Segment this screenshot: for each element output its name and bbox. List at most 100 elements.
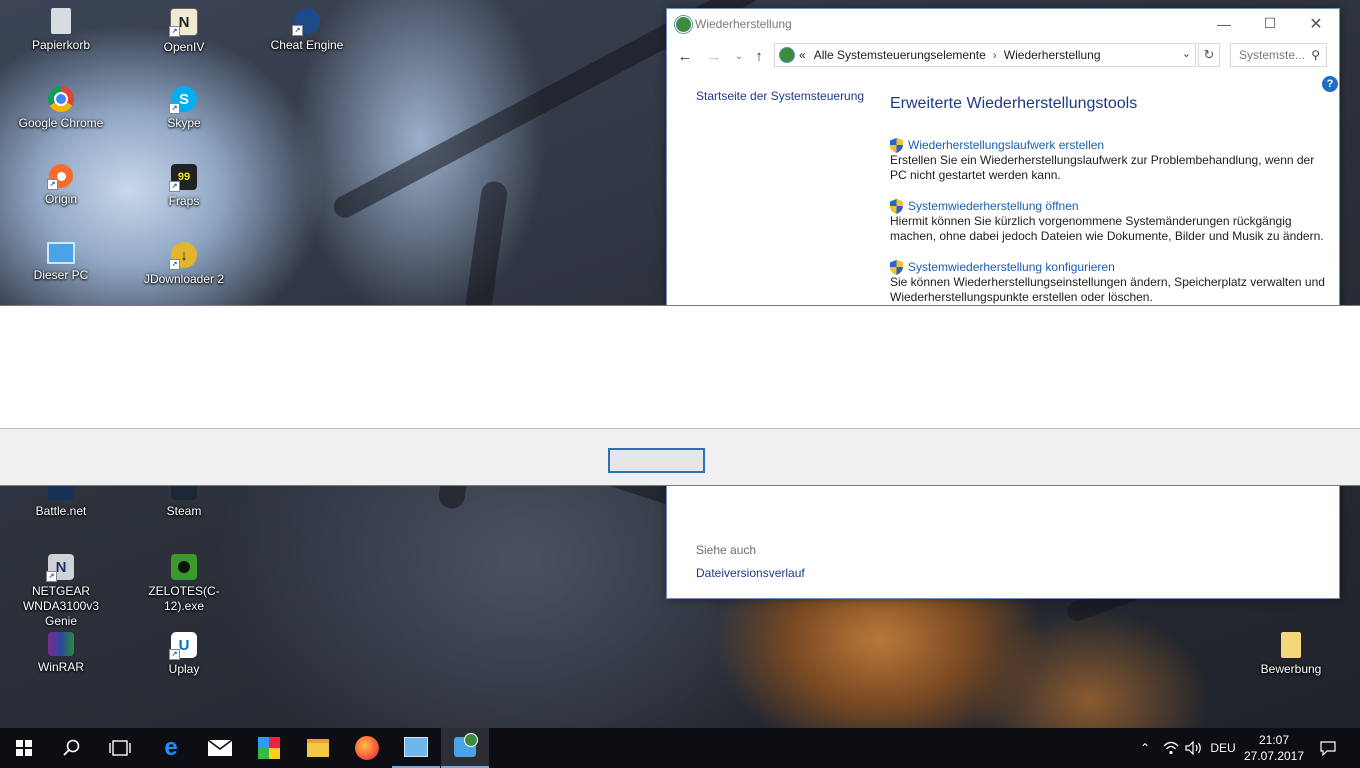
desktop-icon-label: Uplay xyxy=(168,662,200,676)
start-button[interactable] xyxy=(0,728,48,768)
chevron-down-icon[interactable]: ⌄ xyxy=(1182,47,1191,60)
volume-icon[interactable] xyxy=(1183,728,1205,768)
desktop-icon-bewerbung[interactable]: Bewerbung xyxy=(1236,632,1346,677)
notification-icon xyxy=(1320,740,1336,756)
address-prefix: « xyxy=(799,48,806,62)
action-center-button[interactable] xyxy=(1314,728,1342,768)
shield-icon xyxy=(890,138,903,153)
minimize-button[interactable]: — xyxy=(1201,9,1247,38)
desktop-icon-jdownloader[interactable]: ↓ ↗ JDownloader 2 xyxy=(129,242,239,287)
desktop-icon-label: Skype xyxy=(167,116,201,130)
desktop-icon-origin[interactable]: ↗ Origin xyxy=(6,164,116,207)
taskbar-firefox[interactable] xyxy=(343,728,391,768)
search-input[interactable]: Systemste... ⚲ xyxy=(1230,43,1327,67)
link-text: Systemwiederherstellung konfigurieren xyxy=(908,260,1115,274)
openiv-icon: N ↗ xyxy=(169,8,198,37)
recycle-bin-icon xyxy=(51,8,71,34)
task-view-button[interactable] xyxy=(96,728,144,768)
desktop-icon-dieser-pc[interactable]: Dieser PC xyxy=(6,242,116,283)
desktop-icon-zelotes[interactable]: ZELOTES(C-12).exe xyxy=(129,554,239,614)
taskbar-control-panel[interactable] xyxy=(392,728,440,768)
desktop-icon-label: Cheat Engine xyxy=(270,38,344,52)
shield-icon xyxy=(890,199,903,214)
page-title: Erweiterte Wiederherstellungstools xyxy=(890,95,1138,112)
configure-system-restore-link[interactable]: Systemwiederherstellung konfigurieren xyxy=(890,260,1330,275)
taskbar: e ⌃ DEU 21:07 27.07.2017 xyxy=(0,728,1360,768)
recovery-window: Wiederherstellung — ☐ ✕ ← → ⌄ ↑ « Alle S… xyxy=(666,8,1340,599)
refresh-button[interactable]: ↻ xyxy=(1198,43,1220,67)
taskbar-app[interactable] xyxy=(245,728,293,768)
dialog-content-area xyxy=(0,305,1360,429)
mail-icon xyxy=(208,740,232,756)
desktop-icon-battlenet[interactable]: Battle.net xyxy=(6,482,116,519)
breadcrumb-all-items[interactable]: Alle Systemsteuerungselemente xyxy=(814,48,986,62)
search-button[interactable] xyxy=(48,728,96,768)
dialog-button[interactable] xyxy=(608,448,705,473)
desktop-icon-label: Origin xyxy=(44,192,77,206)
help-icon[interactable]: ? xyxy=(1322,76,1338,92)
item-description: Hiermit können Sie kürzlich vorgenommene… xyxy=(890,214,1324,243)
breadcrumb-separator: › xyxy=(992,48,997,62)
clock-time: 21:07 xyxy=(1258,733,1290,747)
control-panel-home-link[interactable]: Startseite der Systemsteuerung xyxy=(696,89,864,103)
file-explorer-icon xyxy=(307,739,329,757)
address-bar[interactable]: « Alle Systemsteuerungselemente › Wieder… xyxy=(774,43,1196,67)
netgear-icon: N ↗ xyxy=(46,554,74,582)
clock[interactable]: 21:07 27.07.2017 xyxy=(1240,732,1308,764)
computer-icon xyxy=(47,242,75,264)
link-text: Wiederherstellungslaufwerk erstellen xyxy=(908,138,1105,152)
search-icon xyxy=(63,739,80,756)
desktop-icon-label: NETGEAR WNDA3100v3 Genie xyxy=(22,584,100,628)
desktop-icon-netgear[interactable]: N ↗ NETGEAR WNDA3100v3 Genie xyxy=(6,554,116,629)
cheat-engine-icon: ↗ xyxy=(292,8,320,36)
link-text: Systemwiederherstellung öffnen xyxy=(908,199,1079,213)
chrome-icon xyxy=(48,86,74,112)
breadcrumb-recovery[interactable]: Wiederherstellung xyxy=(1004,48,1101,62)
close-button[interactable]: ✕ xyxy=(1293,9,1339,38)
recovery-icon xyxy=(675,16,692,33)
recovery-icon xyxy=(454,733,478,757)
item-description: Erstellen Sie ein Wiederherstellungslauf… xyxy=(890,153,1315,182)
desktop-icon-papierkorb[interactable]: Papierkorb xyxy=(6,8,116,53)
up-button[interactable]: ↑ xyxy=(748,45,770,67)
shield-icon xyxy=(890,260,903,275)
uplay-icon: U ↗ xyxy=(169,632,197,660)
taskbar-edge[interactable]: e xyxy=(147,728,195,768)
desktop-icon-steam[interactable]: Steam xyxy=(129,482,239,519)
desktop-icon-label: WinRAR xyxy=(37,660,84,674)
desktop-icon-cheat-engine[interactable]: ↗ Cheat Engine xyxy=(252,8,362,53)
open-system-restore-link[interactable]: Systemwiederherstellung öffnen xyxy=(890,199,1330,214)
desktop-icon-label: Battle.net xyxy=(35,504,87,518)
maximize-button[interactable]: ☐ xyxy=(1247,9,1293,38)
skype-icon: S ↗ xyxy=(169,86,197,114)
desktop-icon-skype[interactable]: S ↗ Skype xyxy=(129,86,239,131)
forward-button[interactable]: → xyxy=(703,45,725,67)
desktop-icon-winrar[interactable]: WinRAR xyxy=(6,632,116,675)
desktop-icon-chrome[interactable]: Google Chrome xyxy=(6,86,116,131)
desktop-icon-label: ZELOTES(C-12).exe xyxy=(148,584,220,613)
language-indicator[interactable]: DEU xyxy=(1206,728,1240,768)
taskbar-file-explorer[interactable] xyxy=(294,728,342,768)
file-history-link[interactable]: Dateiversionsverlauf xyxy=(696,566,805,580)
recovery-tool-item: Wiederherstellungslaufwerk erstellen Ers… xyxy=(890,138,1330,183)
desktop-icon-fraps[interactable]: 99 ↗ Fraps xyxy=(129,164,239,209)
taskbar-recovery[interactable] xyxy=(441,728,489,768)
title-bar[interactable]: Wiederherstellung — ☐ ✕ xyxy=(667,9,1339,39)
desktop-icon-label: Fraps xyxy=(168,194,200,208)
recovery-tool-item: Systemwiederherstellung konfigurieren Si… xyxy=(890,260,1330,305)
see-also-heading: Siehe auch xyxy=(696,543,757,557)
desktop-icon-uplay[interactable]: U ↗ Uplay xyxy=(129,632,239,677)
window-title: Wiederherstellung xyxy=(695,17,792,31)
recent-locations-button[interactable]: ⌄ xyxy=(728,45,750,67)
recovery-tool-item: Systemwiederherstellung öffnen Hiermit k… xyxy=(890,199,1330,244)
network-icon[interactable] xyxy=(1160,728,1182,768)
desktop-icon-openiv[interactable]: N ↗ OpenIV xyxy=(129,8,239,55)
chevron-up-icon[interactable]: ⌃ xyxy=(1135,728,1155,768)
create-recovery-drive-link[interactable]: Wiederherstellungslaufwerk erstellen xyxy=(890,138,1330,153)
back-button[interactable]: ← xyxy=(674,45,696,67)
clock-date: 27.07.2017 xyxy=(1243,749,1305,763)
app-icon xyxy=(258,737,280,759)
desktop-icon-label: Google Chrome xyxy=(18,116,104,130)
navigation-bar: ← → ⌄ ↑ « Alle Systemsteuerungselemente … xyxy=(667,42,1339,70)
taskbar-mail[interactable] xyxy=(196,728,244,768)
